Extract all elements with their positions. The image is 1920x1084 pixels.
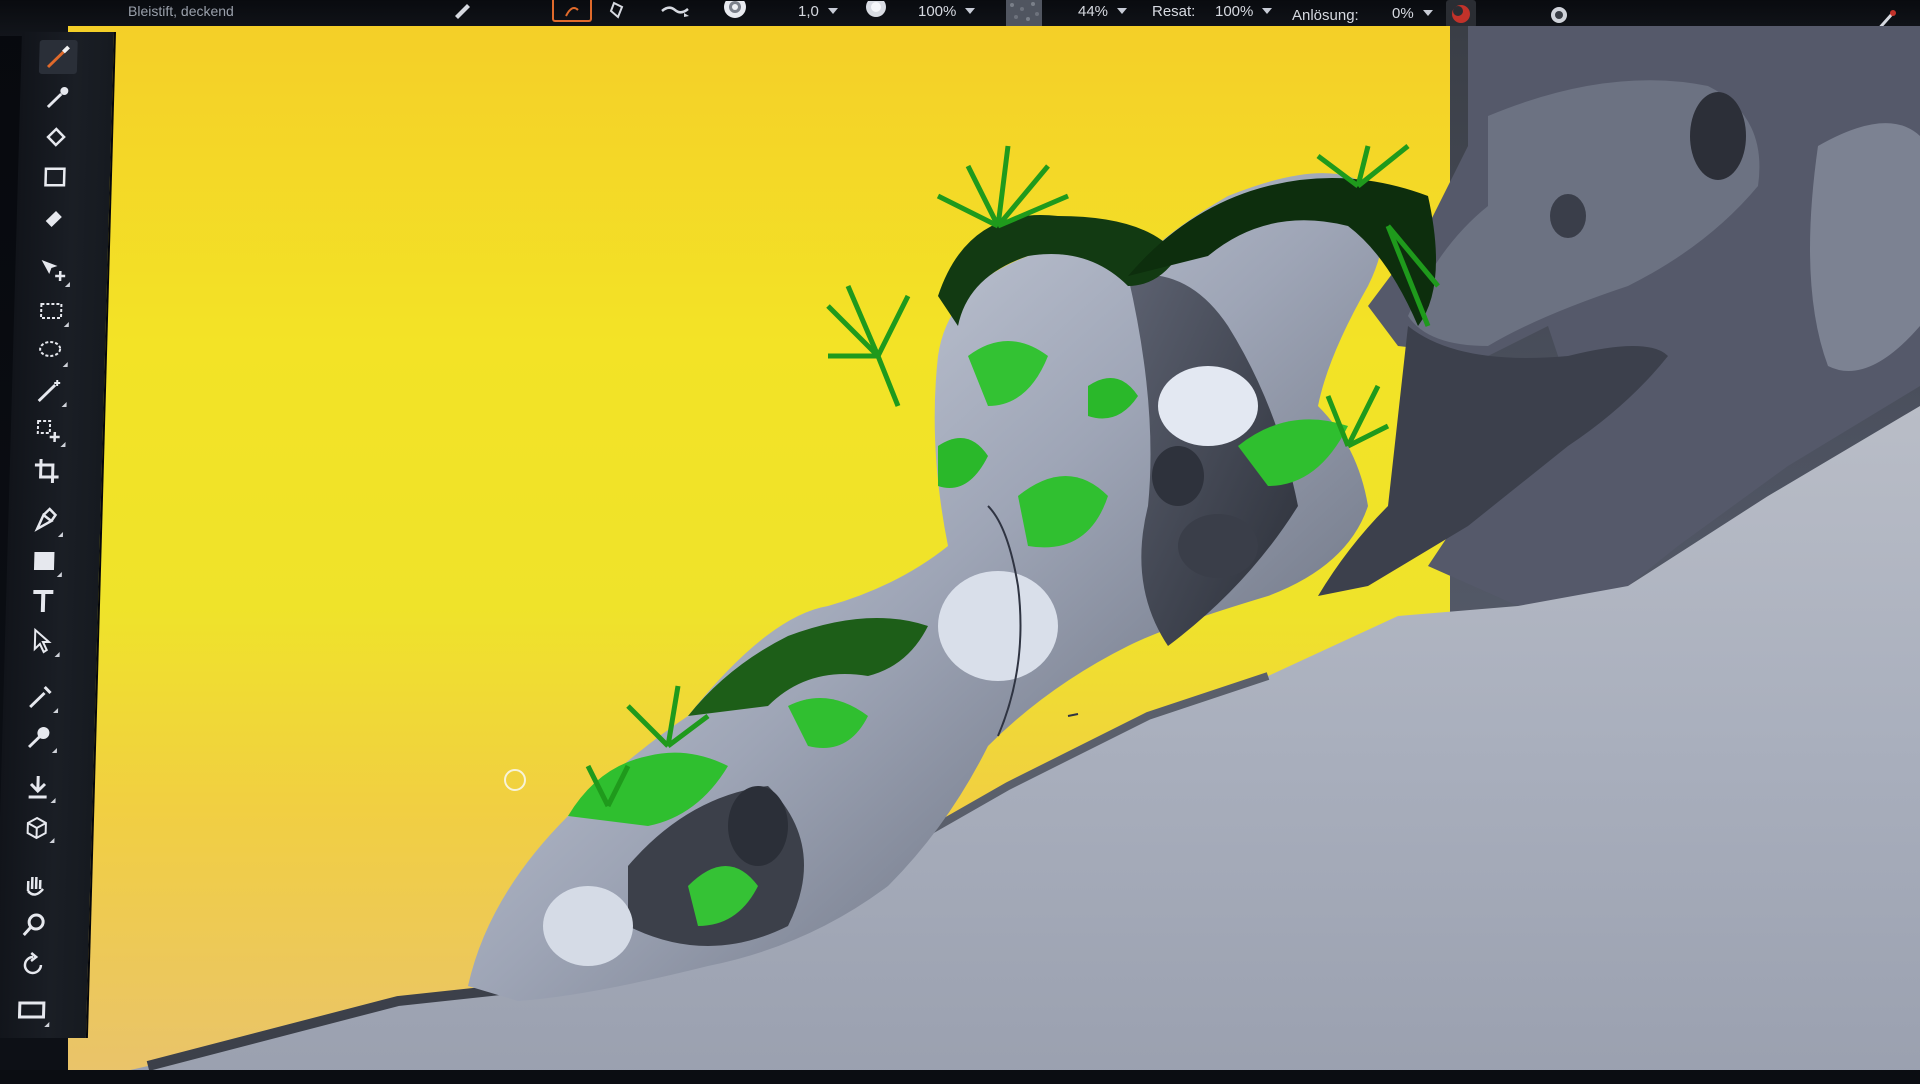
rotate-tool-icon[interactable] xyxy=(13,948,52,982)
submenu-indicator xyxy=(62,362,68,367)
color-variability-icon[interactable] xyxy=(1446,0,1476,28)
document-canvas[interactable] xyxy=(68,26,1920,1084)
submenu-indicator xyxy=(49,838,55,843)
resat-label: Resat: xyxy=(1152,2,1196,20)
submenu-indicator xyxy=(44,1022,50,1027)
painting-artwork xyxy=(68,26,1920,1084)
stroke-mode-icon[interactable] xyxy=(552,0,592,22)
resat-value: 100% xyxy=(1215,2,1254,20)
text-tool-icon[interactable] xyxy=(24,584,63,618)
bleed-field[interactable]: 0% xyxy=(1392,2,1433,24)
paper-color-tool-icon[interactable] xyxy=(35,160,74,194)
submenu-indicator xyxy=(63,322,69,327)
submenu-indicator xyxy=(52,708,59,713)
monitor-bezel xyxy=(0,1070,1920,1084)
rectangle-selection-tool-icon[interactable] xyxy=(32,294,71,328)
paint-bucket-tool-icon[interactable] xyxy=(37,120,76,154)
flow-field[interactable]: 44% xyxy=(1078,0,1128,22)
opacity-dab-icon[interactable] xyxy=(862,0,890,22)
submenu-indicator xyxy=(60,442,66,447)
chevron-down-icon xyxy=(1422,10,1433,16)
bleed-value: 0% xyxy=(1392,4,1414,22)
flow-value: 44% xyxy=(1078,2,1109,20)
transform-tool-icon[interactable] xyxy=(28,414,67,448)
eraser-tool-icon[interactable] xyxy=(34,200,73,234)
submenu-indicator xyxy=(57,532,64,537)
submenu-indicator xyxy=(51,748,58,753)
magic-wand-tool-icon[interactable] xyxy=(29,374,68,408)
submenu-indicator xyxy=(56,572,62,577)
submenu-indicator xyxy=(64,282,71,287)
pen-tool-icon[interactable] xyxy=(26,504,65,538)
selection-arrow-tool-icon[interactable] xyxy=(23,624,62,658)
size-value: 1,0 xyxy=(798,2,819,20)
zoom-tool-icon[interactable] xyxy=(15,908,54,942)
crop-tool-icon[interactable] xyxy=(27,454,66,488)
bleed-label: Anlösung: xyxy=(1292,6,1359,24)
fill-tool-icon[interactable] xyxy=(18,770,57,804)
size-field[interactable]: 1,0 xyxy=(798,0,838,22)
paper-grain-icon[interactable] xyxy=(1006,0,1042,26)
screen-mode-icon[interactable] xyxy=(12,994,51,1028)
stroke-curve-icon[interactable] xyxy=(658,0,692,20)
brush-cursor xyxy=(504,769,526,791)
move-tool-icon[interactable] xyxy=(33,254,72,288)
submenu-indicator xyxy=(50,798,56,803)
brush-preset-icon[interactable] xyxy=(450,0,476,20)
opacity-value: 100% xyxy=(918,2,957,20)
brush-tool-icon[interactable] xyxy=(38,40,78,74)
cloner-tool-icon[interactable] xyxy=(21,680,60,714)
dropper-tool-icon[interactable] xyxy=(38,80,77,114)
shape-tool-icon[interactable] xyxy=(25,544,64,578)
submenu-indicator xyxy=(54,652,60,657)
opacity-field[interactable]: 100% xyxy=(918,0,976,22)
chevron-down-icon xyxy=(965,8,976,14)
submenu-indicator xyxy=(61,402,67,407)
brush-tip-icon[interactable] xyxy=(605,0,633,20)
blend-tool-icon[interactable] xyxy=(20,720,59,754)
chevron-down-icon xyxy=(827,8,838,14)
brush-dab-icon[interactable] xyxy=(718,0,752,22)
mirror-tool-icon[interactable] xyxy=(17,810,56,844)
resat-field[interactable]: 100% xyxy=(1215,0,1273,22)
chevron-down-icon xyxy=(1262,8,1273,14)
brush-preset-name[interactable]: Bleistift, deckend xyxy=(128,0,234,22)
hand-tool-icon[interactable] xyxy=(16,868,55,902)
chevron-down-icon xyxy=(1117,8,1128,14)
lasso-tool-icon[interactable] xyxy=(31,334,70,368)
painter-app-window: Bleistift, deckend 1,0 100% 44% Resat: 1… xyxy=(0,0,1920,1084)
